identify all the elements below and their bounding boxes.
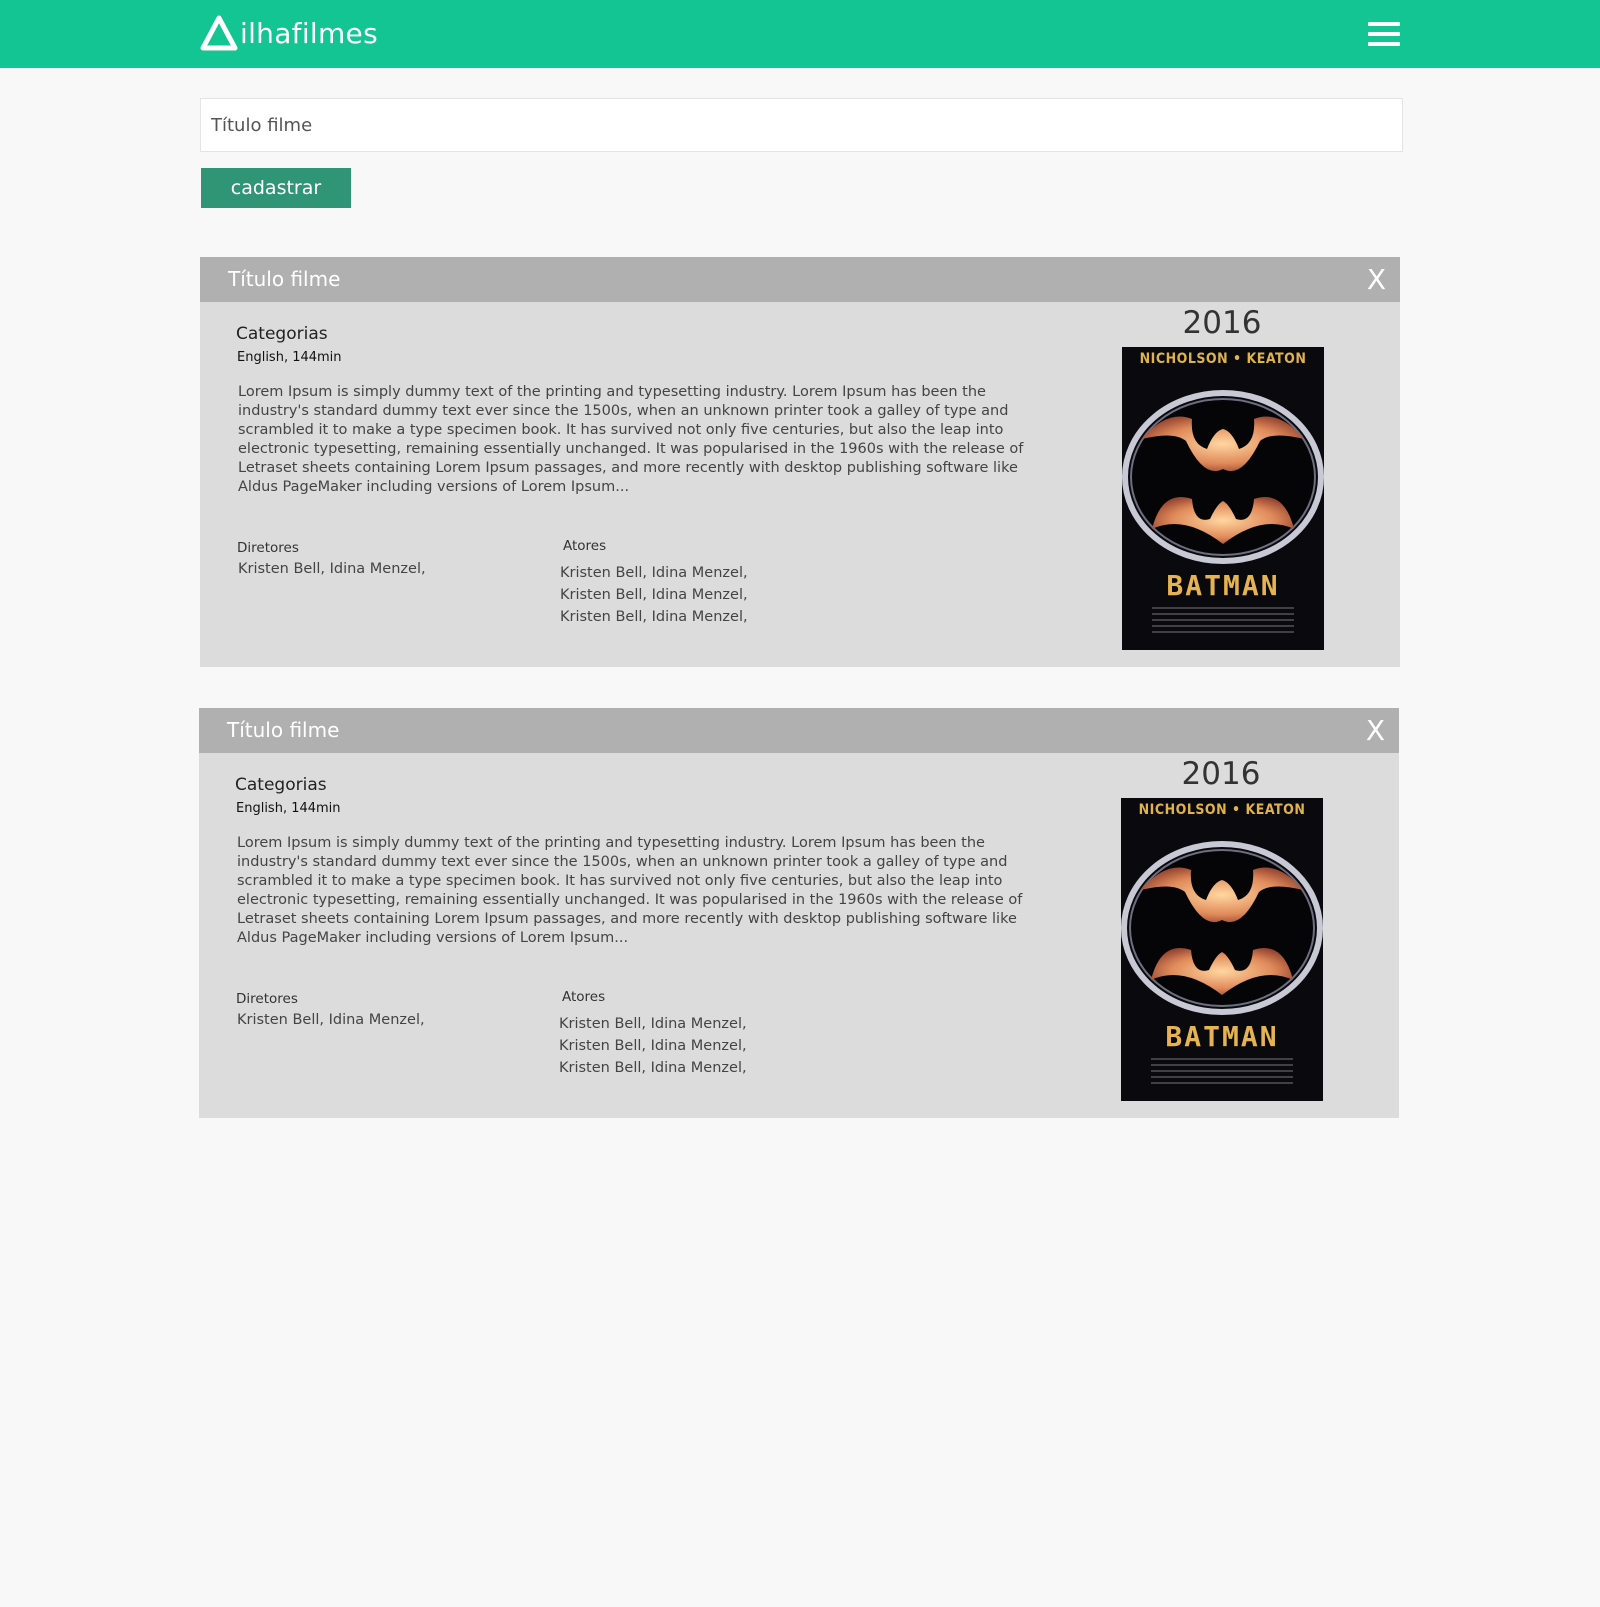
triangle-logo-icon (200, 15, 238, 51)
movie-title: Título filme (228, 267, 341, 291)
actor-item: Kristen Bell, Idina Menzel, (559, 1060, 747, 1076)
movie-synopsis: Lorem Ipsum is simply dummy text of the … (237, 835, 1023, 946)
actor-item: Kristen Bell, Idina Menzel, (559, 1016, 747, 1032)
poster-credits (1152, 607, 1294, 637)
directors-value: Kristen Bell, Idina Menzel, (238, 561, 426, 577)
top-navbar: ilhafilmes (0, 0, 1600, 68)
bat-emblem-icon (1121, 841, 1323, 1015)
movie-poster[interactable]: NICHOLSON • KEATON BATMAN (1121, 798, 1323, 1101)
categories-label: Categorias (235, 775, 327, 795)
directors-label: Diretores (236, 991, 298, 1007)
movie-card: Título filme X Categorias English, 144mi… (199, 708, 1399, 1118)
actors-label: Atores (562, 989, 606, 1005)
poster-title-text: BATMAN (1166, 569, 1280, 602)
movie-title: Título filme (227, 718, 340, 742)
poster-top-text: NICHOLSON • KEATON (1138, 802, 1306, 818)
directors-label: Diretores (237, 540, 299, 556)
movie-synopsis: Lorem Ipsum is simply dummy text of the … (238, 384, 1024, 495)
close-icon[interactable]: X (1366, 714, 1385, 747)
movie-year: 2016 (1182, 305, 1262, 341)
directors-value: Kristen Bell, Idina Menzel, (237, 1012, 425, 1028)
poster-title-text: BATMAN (1165, 1020, 1279, 1053)
actor-item: Kristen Bell, Idina Menzel, (560, 565, 748, 581)
hamburger-menu-icon[interactable] (1368, 22, 1402, 48)
actor-item: Kristen Bell, Idina Menzel, (559, 1038, 747, 1054)
actors-label: Atores (563, 538, 607, 554)
poster-top-text: NICHOLSON • KEATON (1139, 351, 1307, 367)
actor-item: Kristen Bell, Idina Menzel, (560, 609, 748, 625)
movie-meta: English, 144min (236, 801, 341, 816)
brand-logo[interactable]: ilhafilmes (200, 13, 378, 53)
movie-year: 2016 (1181, 756, 1261, 792)
movie-card: Título filme X Categorias English, 144mi… (200, 257, 1400, 667)
movie-title-input[interactable] (200, 98, 1403, 152)
close-icon[interactable]: X (1367, 263, 1386, 296)
categories-label: Categorias (236, 324, 328, 344)
bat-emblem-icon (1122, 390, 1324, 564)
movie-card-header: Título filme X (199, 708, 1399, 753)
actor-item: Kristen Bell, Idina Menzel, (560, 587, 748, 603)
brand-name: ilhafilmes (240, 16, 378, 50)
movie-poster[interactable]: NICHOLSON • KEATON BATMAN (1122, 347, 1324, 650)
poster-credits (1151, 1058, 1293, 1088)
movie-card-header: Título filme X (200, 257, 1400, 302)
cadastrar-button[interactable]: cadastrar (201, 168, 351, 208)
movie-meta: English, 144min (237, 350, 342, 365)
actors-list: Kristen Bell, Idina Menzel, Kristen Bell… (559, 1013, 747, 1079)
actors-list: Kristen Bell, Idina Menzel, Kristen Bell… (560, 562, 748, 628)
